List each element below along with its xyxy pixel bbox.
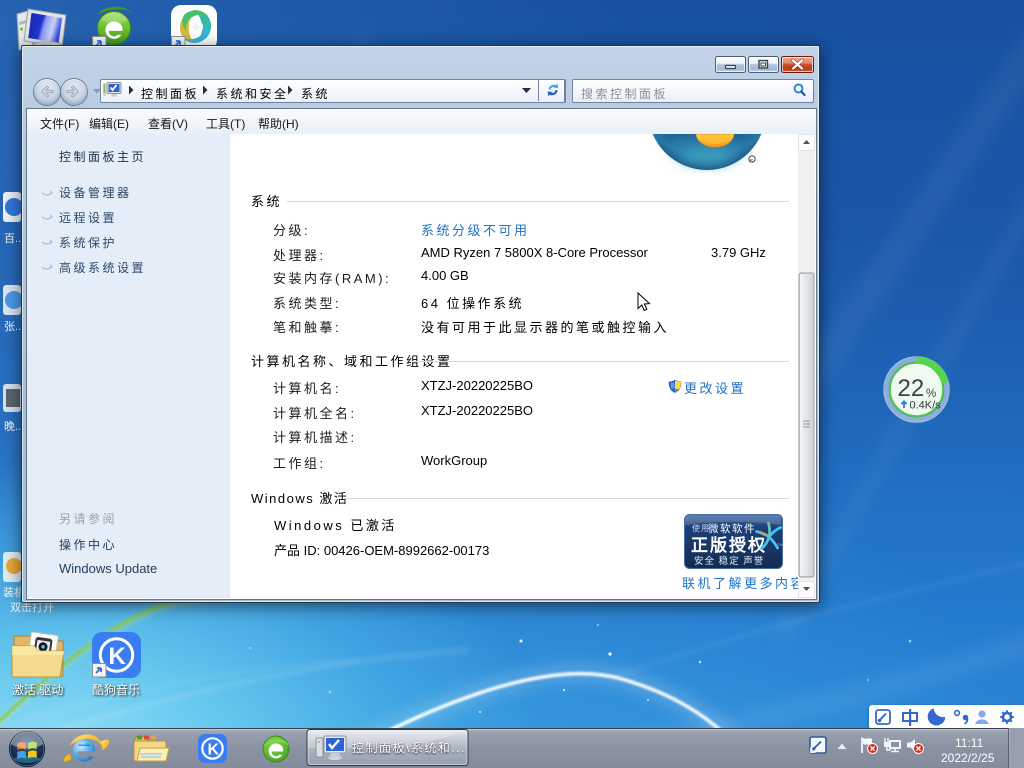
svg-text:张..: 张..: [4, 320, 21, 333]
svg-text:K: K: [208, 742, 220, 759]
svg-text:22: 22: [898, 375, 925, 402]
svg-text:%: %: [926, 388, 936, 400]
svg-text:微软软件: 微软软件: [708, 522, 756, 535]
svg-text:酷狗音乐: 酷狗音乐: [92, 682, 140, 697]
svg-text:晚..: 晚..: [4, 420, 21, 433]
svg-text:11:11: 11:11: [955, 736, 984, 750]
svg-text:2022/2/25: 2022/2/25: [941, 751, 995, 765]
svg-text:0.4K/s: 0.4K/s: [910, 400, 942, 412]
svg-text:K: K: [109, 643, 127, 670]
svg-text:安全 稳定 声誉: 安全 稳定 声誉: [694, 555, 764, 567]
svg-text:控制面板\系统和...: 控制面板\系统和...: [352, 741, 466, 755]
svg-text:百..: 百..: [4, 233, 21, 245]
svg-text:正版授权: 正版授权: [691, 535, 767, 555]
svg-text:TM: TM: [777, 542, 783, 547]
svg-text:激活.驱动: 激活.驱动: [12, 683, 63, 697]
